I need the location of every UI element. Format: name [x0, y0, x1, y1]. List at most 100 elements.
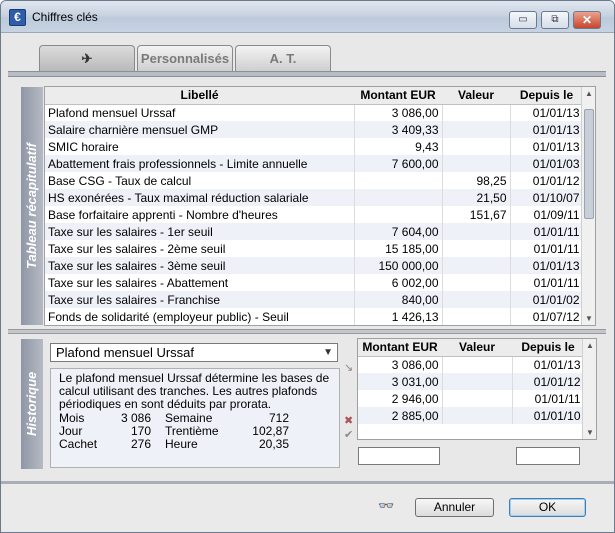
table-row-cell: 3 409,33 — [354, 121, 443, 138]
table-row-cell: 7 600,00 — [354, 155, 443, 172]
table-row-cell: 7 604,00 — [354, 223, 443, 240]
table-row-cell: 151,67 — [442, 206, 511, 223]
period-row: Jour 170 Trentième 102,87 — [59, 425, 289, 438]
table-row[interactable]: Base forfaitaire apprenti - Nombre d'heu… — [45, 206, 584, 223]
table-row-cell: 150 000,00 — [354, 257, 443, 274]
check-icon[interactable]: ✔ — [344, 428, 353, 441]
table-row-cell: Base forfaitaire apprenti - Nombre d'heu… — [45, 206, 355, 223]
table-row-cell: 21,50 — [442, 189, 511, 206]
period-cell: Heure — [165, 438, 198, 451]
table-row[interactable]: Base CSG - Taux de calcul 98,25 01/01/12 — [45, 172, 584, 189]
period-row: Mois 3 086 Semaine 712 — [59, 412, 289, 425]
table-row[interactable]: Taxe sur les salaires - 1er seuil 7 604,0… — [45, 223, 584, 240]
history-row-cell: 01/01/10 — [512, 407, 585, 424]
table-row[interactable]: Taxe sur les salaires - Abattement 6 002,… — [45, 274, 584, 291]
history-row[interactable]: 2 885,00 01/01/10 — [358, 407, 585, 424]
table-row[interactable]: Plafond mensuel Urssaf 3 086,00 01/01/13 — [45, 104, 584, 121]
table-row-cell: Taxe sur les salaires - 2ème seuil — [45, 240, 355, 257]
scroll-down-icon[interactable]: ▼ — [585, 428, 595, 437]
period-row: Cachet 276 Heure 20,35 — [59, 438, 289, 451]
table-row-cell: 01/07/12 — [510, 308, 584, 325]
minimize-button[interactable]: ▭ — [509, 11, 537, 29]
table-row-cell — [442, 308, 511, 325]
section-divider — [8, 329, 606, 334]
scroll-down-icon[interactable]: ▼ — [584, 314, 594, 323]
table-row-cell: 01/01/12 — [510, 172, 584, 189]
period-cell: Semaine — [165, 412, 213, 425]
table-row-cell — [354, 189, 443, 206]
ok-button[interactable]: OK — [509, 498, 586, 517]
history-row[interactable]: 3 031,00 01/01/12 — [358, 373, 585, 390]
plane-icon: ✈ — [81, 51, 93, 66]
summary-scrollbar[interactable]: ▲ ▼ — [581, 87, 595, 325]
col-valeur[interactable]: Valeur — [442, 339, 512, 357]
main-window: € Chiffres clés ▭ ⧉ ✕ ✈ Personnalisés A.… — [0, 0, 615, 533]
col-montant[interactable]: Montant EUR — [358, 339, 442, 357]
chevron-down-icon: ▼ — [323, 347, 333, 358]
tab-at[interactable]: A. T. — [235, 45, 331, 71]
date-input[interactable] — [516, 447, 580, 465]
history-item-select[interactable]: Plafond mensuel Urssaf ▼ — [50, 343, 338, 362]
table-row[interactable]: Taxe sur les salaires - 3ème seuil 150 00… — [45, 257, 584, 274]
table-row-cell — [442, 104, 511, 121]
history-row-cell — [442, 373, 513, 390]
table-row-cell: 6 002,00 — [354, 274, 443, 291]
tab-plane[interactable]: ✈ — [39, 45, 135, 71]
arrow-indicator-icon: ↘ — [344, 362, 354, 374]
table-row-cell: 01/01/02 — [510, 291, 584, 308]
table-row-cell: 01/01/11 — [510, 274, 584, 291]
table-row-cell: 840,00 — [354, 291, 443, 308]
history-row-cell — [442, 407, 513, 424]
history-row-cell: 01/01/12 — [512, 373, 585, 390]
title-bar: € Chiffres clés ▭ ⧉ ✕ — [1, 1, 614, 33]
table-row-cell: 98,25 — [442, 172, 511, 189]
scroll-up-icon[interactable]: ▲ — [585, 341, 595, 350]
history-scrollbar[interactable]: ▲ ▼ — [582, 339, 596, 439]
history-row-cell: 01/01/13 — [512, 356, 585, 373]
table-row-cell: 01/01/11 — [510, 240, 584, 257]
montant-input[interactable] — [358, 447, 440, 465]
footer-bar: 👓 Annuler OK — [1, 481, 614, 532]
period-cell: 3 086 — [120, 412, 151, 425]
glasses-icon[interactable]: 👓 — [378, 498, 394, 514]
delete-icon[interactable]: ✖ — [344, 414, 353, 427]
table-row[interactable]: Salaire charnière mensuel GMP 3 409,33 01/… — [45, 121, 584, 138]
cancel-button[interactable]: Annuler — [415, 498, 494, 517]
table-row-cell — [442, 240, 511, 257]
scroll-thumb[interactable] — [584, 109, 594, 219]
table-row-cell — [442, 274, 511, 291]
tab-personnalises[interactable]: Personnalisés — [137, 45, 233, 71]
col-valeur[interactable]: Valeur — [442, 87, 510, 105]
period-cell: 712 — [268, 412, 289, 425]
col-depuis[interactable]: Depuis le — [510, 87, 583, 105]
history-row-cell: 3 031,00 — [358, 373, 443, 390]
table-row[interactable]: Taxe sur les salaires - Franchise 840,00 0… — [45, 291, 584, 308]
table-row[interactable]: Fonds de solidarité (employeur public) -… — [45, 308, 584, 325]
table-row-cell: Base CSG - Taux de calcul — [45, 172, 355, 189]
period-cell: Jour — [59, 425, 83, 438]
table-row-cell: 01/10/07 — [510, 189, 584, 206]
tab-label: A. T. — [269, 51, 297, 66]
table-row[interactable]: SMIC horaire 9,43 01/01/13 — [45, 138, 584, 155]
restore-button[interactable]: ⧉ — [541, 11, 569, 29]
col-depuis[interactable]: Depuis le — [512, 339, 584, 357]
table-row[interactable]: Taxe sur les salaires - 2ème seuil 15 185… — [45, 240, 584, 257]
table-row-cell: Plafond mensuel Urssaf — [45, 104, 355, 121]
table-row-cell: Abattement frais professionnels - Limite… — [45, 155, 355, 172]
table-row-cell: 01/01/13 — [510, 121, 584, 138]
period-cell: 170 — [130, 425, 151, 438]
scroll-up-icon[interactable]: ▲ — [584, 89, 594, 98]
window-title: Chiffres clés — [32, 10, 98, 24]
col-libelle[interactable]: Libellé — [45, 87, 354, 105]
periods-table: Mois 3 086 Semaine 712 Jour 170 Trentième 102,8… — [59, 412, 289, 451]
period-cell: 276 — [130, 438, 151, 451]
table-row[interactable]: Abattement frais professionnels - Limite… — [45, 155, 584, 172]
history-row[interactable]: 3 086,00 01/01/13 — [358, 356, 585, 373]
col-montant[interactable]: Montant EUR — [354, 87, 442, 105]
close-button[interactable]: ✕ — [573, 11, 601, 29]
history-row[interactable]: 2 946,00 01/01/11 — [358, 390, 585, 407]
table-row-cell: 01/01/03 — [510, 155, 584, 172]
table-row[interactable]: HS exonérées - Taux maximal réduction sa… — [45, 189, 584, 206]
table-row-cell: 01/01/13 — [510, 138, 584, 155]
period-cell: 20,35 — [258, 438, 289, 451]
